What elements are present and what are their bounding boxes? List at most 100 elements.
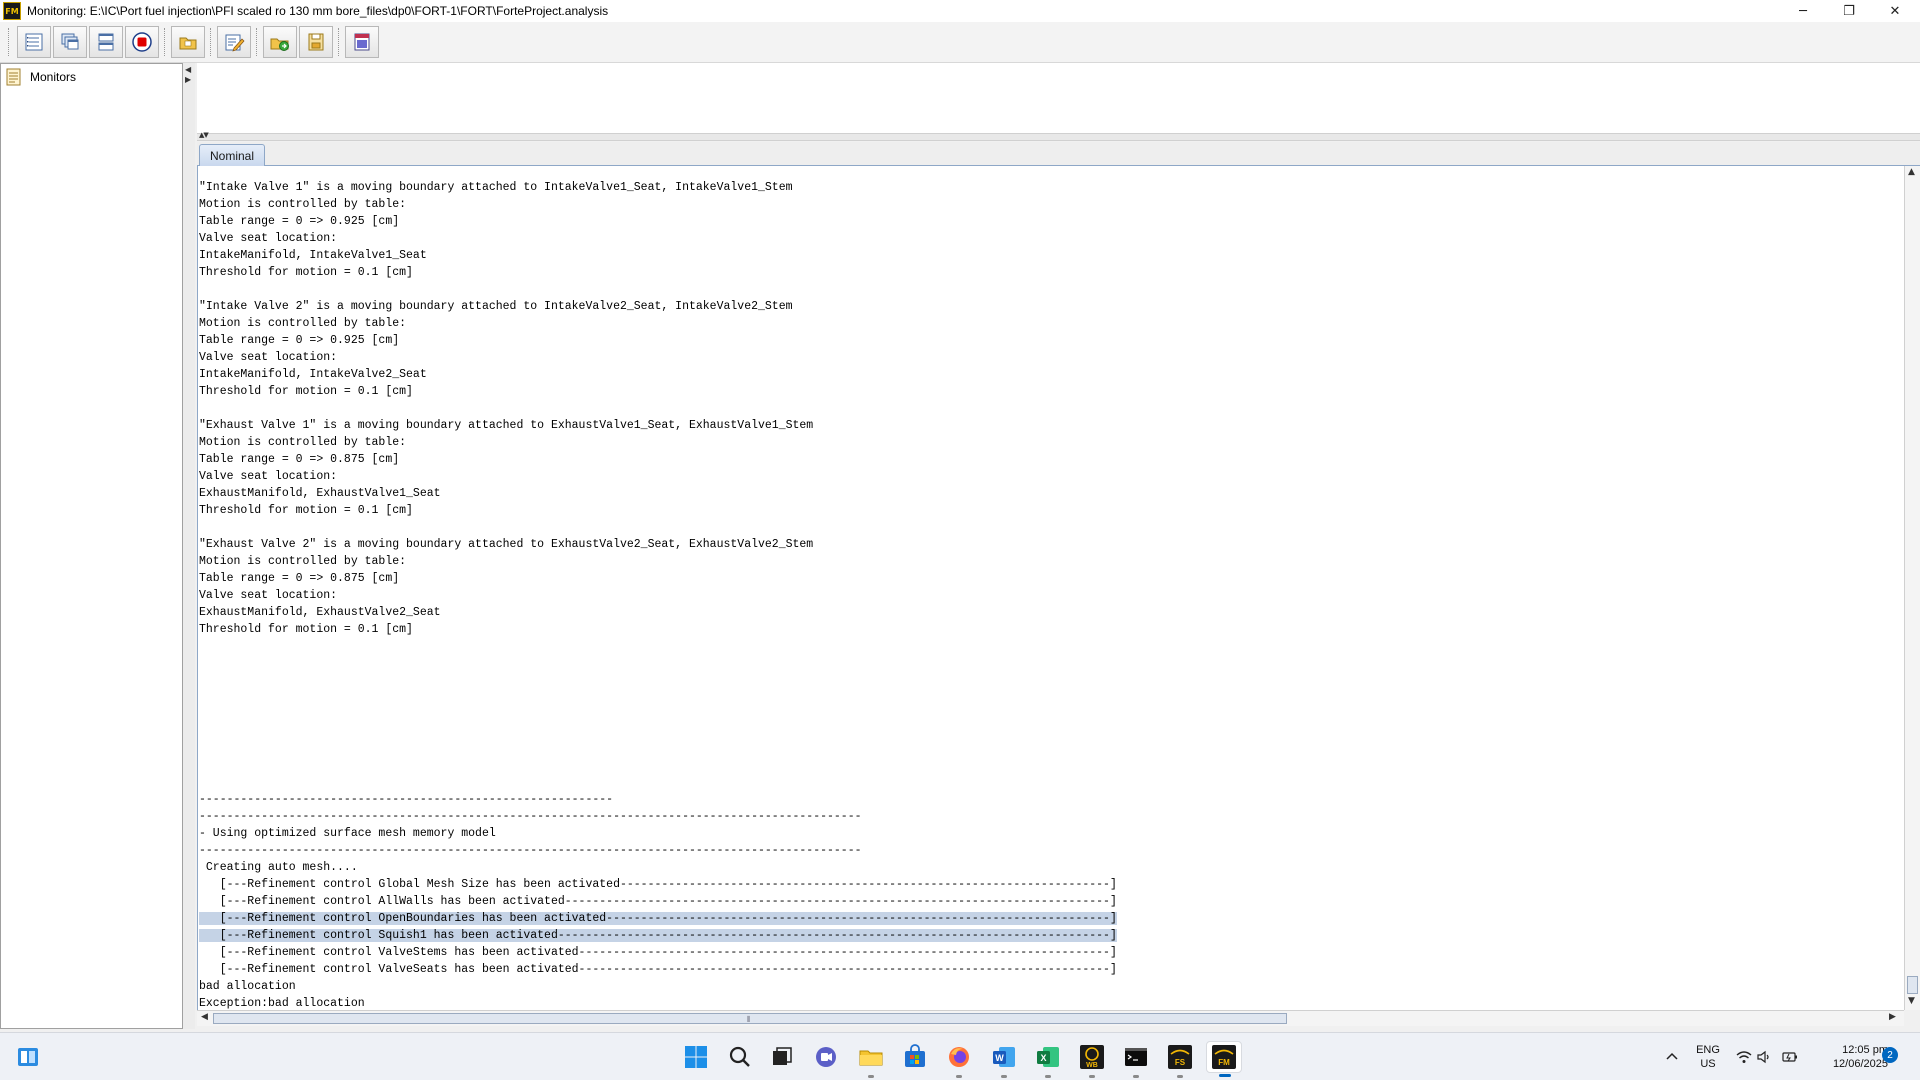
console-line: Table range = 0 => 0.925 [cm] xyxy=(199,332,1117,349)
task-view-button[interactable] xyxy=(766,1041,798,1073)
console-line-text: Threshold for motion = 0.1 [cm] xyxy=(199,504,413,517)
console-line: [---Refinement control ValveSeats has be… xyxy=(199,961,1117,978)
edit-settings-icon xyxy=(225,34,245,52)
stop-button[interactable] xyxy=(125,26,159,58)
meet-button[interactable] xyxy=(810,1041,842,1073)
excel-button[interactable]: X xyxy=(1032,1041,1064,1078)
running-indicator xyxy=(1045,1075,1051,1078)
plot-area-panel xyxy=(197,63,1920,133)
console-line-text: IntakeManifold, IntakeValve2_Seat xyxy=(199,368,427,381)
firefox-button[interactable] xyxy=(943,1041,975,1078)
console-line: Valve seat location: xyxy=(199,349,1117,366)
close-button[interactable]: ✕ xyxy=(1872,0,1918,22)
horizontal-splitter[interactable]: ▲▼ xyxy=(197,131,1920,141)
console-line: Table range = 0 => 0.875 [cm] xyxy=(199,451,1117,468)
system-clock[interactable]: 12:05 pm 12/06/2025 xyxy=(1808,1043,1888,1071)
expand-right-icon[interactable]: ▶ xyxy=(185,75,191,84)
wifi-status[interactable] xyxy=(1734,1047,1754,1067)
cascade-windows-button[interactable] xyxy=(53,26,87,58)
workbench-icon: WB xyxy=(1080,1045,1104,1069)
wifi-icon xyxy=(1736,1051,1752,1063)
app-logo-icon: FM xyxy=(3,2,21,20)
vertical-splitter[interactable]: ◀ ▶ xyxy=(183,63,195,1029)
horizontal-scroll-thumb[interactable]: ⦀ xyxy=(213,1013,1287,1024)
battery-status[interactable] xyxy=(1780,1047,1800,1067)
search-icon xyxy=(729,1046,750,1067)
console-line: Motion is controlled by table: xyxy=(199,196,1117,213)
firefox-icon xyxy=(949,1047,969,1067)
console-line: [---Refinement control Global Mesh Size … xyxy=(199,876,1117,893)
volume-status[interactable] xyxy=(1754,1047,1774,1067)
file-explorer-button[interactable] xyxy=(855,1041,887,1078)
tile-horizontal-icon xyxy=(98,33,114,51)
vertical-scroll-thumb[interactable] xyxy=(1907,976,1918,994)
stop-icon xyxy=(132,32,152,52)
tab-nominal[interactable]: Nominal xyxy=(199,144,266,166)
scroll-grip-icon: ⦀ xyxy=(747,1015,751,1024)
store-button[interactable] xyxy=(899,1041,931,1073)
console-line-text: "Exhaust Valve 2" is a moving boundary a… xyxy=(199,538,814,551)
show-hidden-icons-button[interactable] xyxy=(1662,1047,1682,1067)
edit-settings-button[interactable] xyxy=(217,26,251,58)
active-indicator xyxy=(1219,1074,1231,1077)
scroll-right-icon[interactable]: ▶ xyxy=(1889,1012,1896,1022)
chevron-up-icon xyxy=(1666,1052,1678,1060)
horizontal-scrollbar[interactable]: ◀ ⦀ ▶ xyxy=(197,1010,1904,1026)
workbench-button[interactable]: WB xyxy=(1076,1041,1108,1078)
meet-icon xyxy=(816,1047,836,1067)
search-button[interactable] xyxy=(724,1041,756,1073)
scroll-down-icon[interactable]: ▼ xyxy=(1908,996,1915,1006)
minimize-button[interactable]: ─ xyxy=(1780,0,1826,22)
scroll-up-icon[interactable]: ▲ xyxy=(1908,167,1915,177)
word-button[interactable]: W xyxy=(988,1041,1020,1078)
console-line-text: Table range = 0 => 0.875 [cm] xyxy=(199,572,400,585)
document-icon xyxy=(6,68,21,86)
split-arrows-icon[interactable]: ▲▼ xyxy=(199,131,209,139)
clock-time: 12:05 pm xyxy=(1842,1044,1888,1056)
console-line: ----------------------------------------… xyxy=(199,791,1117,808)
forte-fm-button[interactable]: FM xyxy=(1206,1041,1242,1077)
console-line-text: Creating auto mesh.... xyxy=(199,861,358,874)
scroll-left-icon[interactable]: ◀ xyxy=(201,1012,208,1022)
excel-icon-letter: X xyxy=(1040,1053,1046,1063)
cascade-windows-icon xyxy=(61,33,79,50)
region-code: US xyxy=(1700,1058,1716,1070)
clock-date: 12/06/2025 xyxy=(1832,1058,1888,1070)
console-line-text: bad allocation xyxy=(199,980,296,993)
forte-fs-icon: FS xyxy=(1168,1045,1192,1069)
word-icon-letter: W xyxy=(995,1053,1004,1063)
toolbar-grip[interactable] xyxy=(8,28,11,56)
restore-button[interactable]: ❐ xyxy=(1826,0,1872,22)
start-button[interactable] xyxy=(680,1041,712,1073)
load-results-button[interactable] xyxy=(263,26,297,58)
file-explorer-icon xyxy=(859,1050,883,1066)
notification-badge[interactable]: 2 xyxy=(1882,1047,1898,1063)
console-line-text: ----------------------------------------… xyxy=(199,793,614,806)
console-line: Threshold for motion = 0.1 [cm] xyxy=(199,621,1117,638)
title-bar: FM Monitoring: E:\IC\Port fuel injection… xyxy=(0,0,1920,22)
console-line-text: "Intake Valve 2" is a moving boundary at… xyxy=(199,300,793,313)
console-line: [---Refinement control OpenBoundaries ha… xyxy=(199,910,1117,927)
vertical-scrollbar[interactable]: ▲ ▼ xyxy=(1904,166,1920,1010)
console-line-text: ExhaustManifold, ExhaustValve2_Seat xyxy=(199,606,441,619)
forte-fs-button[interactable]: FS xyxy=(1164,1041,1196,1078)
console-output[interactable]: "Intake Valve 1" is a moving boundary at… xyxy=(197,166,1904,1010)
input-language-indicator[interactable]: ENG US xyxy=(1694,1043,1722,1071)
console-lines: "Intake Valve 1" is a moving boundary at… xyxy=(199,179,1117,1010)
tile-horizontal-button[interactable] xyxy=(89,26,123,58)
collapse-left-icon[interactable]: ◀ xyxy=(185,65,191,74)
battery-charging-icon xyxy=(1782,1052,1797,1062)
list-view-button[interactable] xyxy=(17,26,51,58)
minimize-icon: ─ xyxy=(1799,3,1807,19)
open-folder-button[interactable] xyxy=(171,26,205,58)
terminal-button[interactable] xyxy=(1120,1041,1152,1078)
tree-item-monitors[interactable]: Monitors xyxy=(6,68,76,86)
task-view-icon xyxy=(773,1047,792,1065)
console-line-text: [---Refinement control ValveSeats has be… xyxy=(199,963,1117,976)
save-archive-button[interactable] xyxy=(299,26,333,58)
widgets-button[interactable] xyxy=(12,1041,44,1073)
report-button[interactable] xyxy=(345,26,379,58)
